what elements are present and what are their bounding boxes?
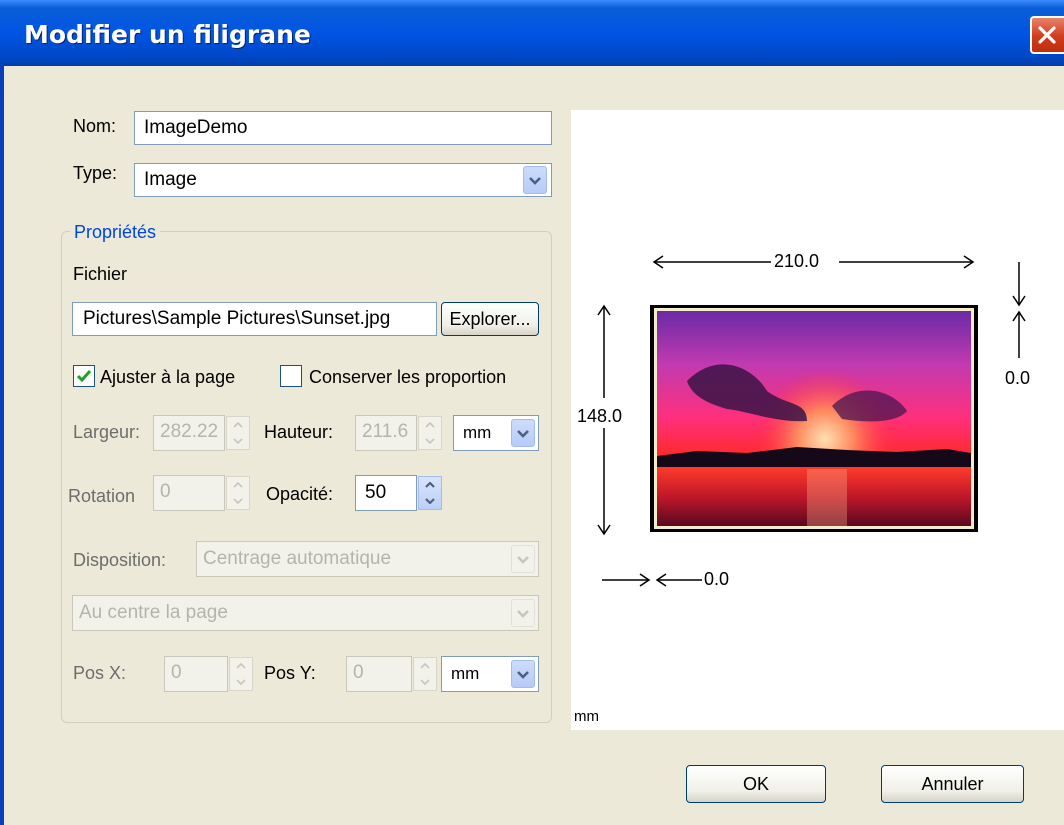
position-dropdown-button[interactable] [511,599,535,627]
nom-label: Nom: [73,116,117,136]
posx-input[interactable]: 0 [164,656,228,692]
ajuster-checkbox[interactable] [73,365,95,387]
spin-down-icon [419,433,441,449]
posx-label: Pos X: [73,663,127,683]
page-preview-frame [650,305,978,532]
spin-down-icon [227,493,249,509]
spin-down-icon [227,433,249,449]
unit-select-size-value: mm [463,423,492,442]
spin-down-icon [414,674,436,690]
unit-label: mm [574,708,599,725]
type-label: Type: [73,163,118,183]
cancel-button[interactable]: Annuler [881,765,1024,803]
spin-up-icon[interactable] [419,477,441,493]
spin-up-icon [227,417,249,433]
top-offset-label: 0.0 [1005,368,1031,388]
opacite-input[interactable]: 50 [355,475,417,511]
nom-input[interactable]: ImageDemo [134,111,552,145]
left-offset-label: 0.0 [704,569,730,589]
unit-select-position-value: mm [451,664,480,683]
unit-position-dropdown-button[interactable] [511,660,535,688]
conserver-checkbox[interactable] [280,365,302,387]
chevron-down-icon [517,430,529,438]
opacite-spinner[interactable] [418,476,442,510]
spin-down-icon[interactable] [419,493,441,509]
hauteur-spinner[interactable] [418,416,442,450]
hauteur-input[interactable]: 211.6 [355,415,417,451]
position-select-value: Au centre la page [79,602,228,623]
disposition-select[interactable]: Centrage automatique [196,541,539,577]
spin-up-icon [230,658,252,674]
unit-size-dropdown-button[interactable] [511,419,535,447]
dialog-window: Modifier un filigrane Nom: ImageDemo Typ… [0,0,1064,825]
type-select-value: Image [144,169,197,190]
posx-spinner[interactable] [229,657,253,691]
close-button[interactable] [1030,16,1064,54]
close-icon [1038,26,1056,44]
properties-group-title: Propriétés [70,222,161,243]
spin-up-icon [227,477,249,493]
conserver-label: Conserver les proportion [309,367,507,387]
largeur-label: Largeur: [73,422,141,442]
ajuster-label: Ajuster à la page [100,367,236,387]
explorer-button[interactable]: Explorer... [441,302,539,336]
rotation-spinner[interactable] [226,476,250,510]
posy-input[interactable]: 0 [346,656,412,692]
height-dimension-label: 148.0 [577,406,623,426]
posy-spinner[interactable] [413,657,437,691]
disposition-label: Disposition: [73,550,167,570]
window-title: Modifier un filigrane [24,20,311,49]
fichier-label: Fichier [73,264,128,284]
chevron-down-icon [529,177,541,185]
hauteur-label: Hauteur: [264,422,334,442]
disposition-dropdown-button[interactable] [511,545,535,573]
disposition-select-value: Centrage automatique [203,548,392,569]
largeur-spinner[interactable] [226,416,250,450]
page-preview [654,308,974,529]
window-border [0,66,4,825]
spin-up-icon [414,658,436,674]
type-select[interactable]: Image [134,163,552,197]
sunset-image [657,311,971,526]
position-select[interactable]: Au centre la page [72,595,539,631]
chevron-down-icon [517,610,529,618]
spin-up-icon [419,417,441,433]
rotation-input[interactable]: 0 [153,475,225,511]
chevron-down-icon [517,671,529,679]
preview-panel: 210.0 148.0 0.0 0.0 mm [571,110,1064,730]
chevron-down-icon [517,556,529,564]
opacite-label: Opacité: [266,484,334,504]
ok-button[interactable]: OK [686,765,826,803]
rotation-label: Rotation [68,486,136,506]
title-bar[interactable]: Modifier un filigrane [0,0,1064,66]
largeur-input[interactable]: 282.22 [153,415,225,451]
width-dimension-label: 210.0 [774,251,820,271]
posy-label: Pos Y: [264,663,316,683]
checkmark-icon [76,370,92,383]
spin-down-icon [230,674,252,690]
type-dropdown-button[interactable] [523,166,547,194]
fichier-input[interactable]: Pictures\Sample Pictures\Sunset.jpg [72,302,437,336]
